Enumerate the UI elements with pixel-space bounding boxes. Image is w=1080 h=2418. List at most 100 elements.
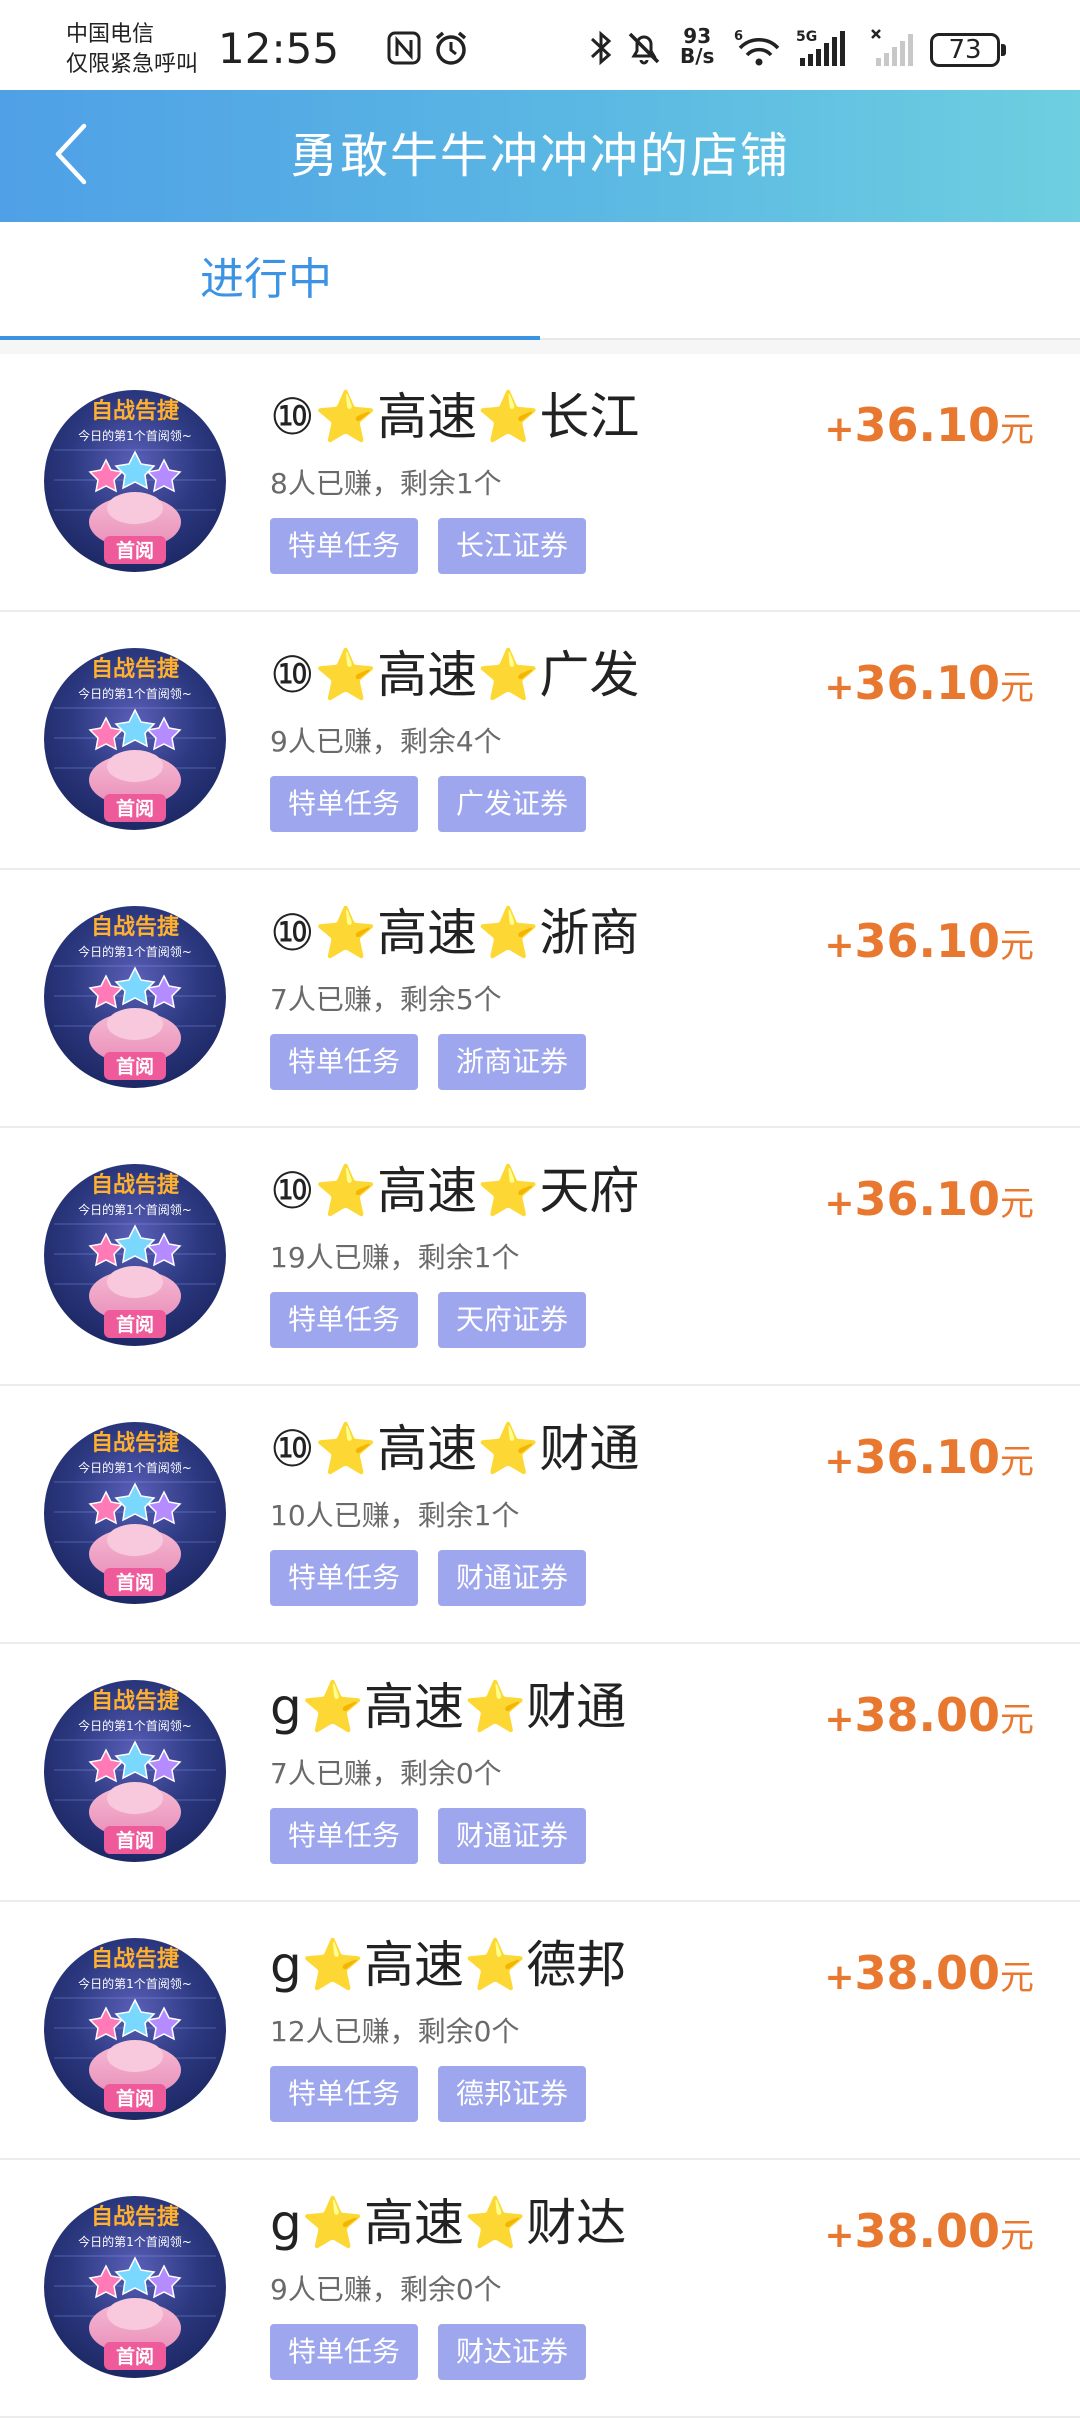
task-thumbnail: 自战告捷 今日的第1个首阅领~ 首阅 [44, 390, 226, 572]
tab-bar: 进行中 [0, 222, 1080, 340]
task-title: g⭐高速⭐财通 [270, 1678, 627, 1736]
thumbnail-banner-text: 自战告捷 [91, 656, 180, 682]
reward-sign: + [824, 1699, 855, 1740]
broker-tag: 长江证券 [438, 518, 587, 574]
network-speed: 93 B/s [680, 24, 715, 68]
task-list-item[interactable]: 自战告捷 今日的第1个首阅领~ 首阅 ⑩⭐高速⭐天府 19人已赚，剩余1个 特单… [0, 1128, 1080, 1386]
thumbnail-badge-text: 首阅 [116, 1829, 154, 1852]
reward-amount: +36.10元 [824, 914, 1034, 968]
alarm-icon [430, 28, 472, 68]
reward-unit: 元 [1000, 668, 1034, 708]
task-list-item[interactable]: 自战告捷 今日的第1个首阅领~ 首阅 ⑩⭐高速⭐广发 9人已赚，剩余4个 特单任… [0, 612, 1080, 870]
reward-value: 38.00 [854, 1688, 1000, 1742]
reward-value: 38.00 [854, 2204, 1000, 2258]
task-list: 自战告捷 今日的第1个首阅领~ 首阅 ⑩⭐高速⭐长江 8人已赚，剩余1个 特单任… [0, 354, 1080, 2418]
task-type-tag: 特单任务 [270, 776, 419, 832]
reward-amount: +36.10元 [824, 1430, 1034, 1484]
thumbnail-banner-text: 自战告捷 [91, 1946, 180, 1972]
mute-icon [624, 28, 664, 68]
thumbnail-badge-text: 首阅 [116, 2087, 154, 2110]
tab-in-progress[interactable]: 进行中 [0, 222, 540, 340]
thumbnail-badge-text: 首阅 [116, 2345, 154, 2368]
thumbnail-badge-text: 首阅 [116, 797, 154, 820]
star-icon [88, 2256, 182, 2299]
thumbnail-badge-text: 首阅 [116, 1055, 154, 1078]
reward-value: 36.10 [854, 1172, 1000, 1226]
task-list-item[interactable]: 自战告捷 今日的第1个首阅领~ 首阅 g⭐高速⭐财通 7人已赚，剩余0个 特单任… [0, 1644, 1080, 1902]
star-icon [88, 708, 182, 751]
reward-unit: 元 [1000, 1184, 1034, 1224]
status-bar: 中国电信 仅限紧急呼叫 12:55 93 B/s 6 5G 73 [0, 0, 1080, 90]
task-title: ⑩⭐高速⭐天府 [270, 1162, 640, 1220]
task-stats: 19人已赚，剩余1个 [270, 1241, 520, 1274]
task-title: g⭐高速⭐德邦 [270, 1936, 627, 1994]
task-list-item[interactable]: 自战告捷 今日的第1个首阅领~ 首阅 ⑩⭐高速⭐长江 8人已赚，剩余1个 特单任… [0, 354, 1080, 612]
thumbnail-badge-text: 首阅 [116, 1313, 154, 1336]
bluetooth-icon [586, 28, 616, 68]
app-header: 勇敢牛牛冲冲冲的店铺 [0, 90, 1080, 222]
battery-indicator: 73 [930, 33, 1006, 67]
reward-unit: 元 [1000, 1442, 1034, 1482]
reward-sign: + [824, 1183, 855, 1224]
reward-value: 36.10 [854, 914, 1000, 968]
broker-tag: 天府证券 [438, 1292, 587, 1348]
task-type-tag: 特单任务 [270, 518, 419, 574]
reward-amount: +38.00元 [824, 1946, 1034, 2000]
broker-tag: 浙商证券 [438, 1034, 587, 1090]
wifi-icon: 6 [734, 28, 784, 68]
thumbnail-subtitle-text: 今日的第1个首阅领~ [78, 1202, 192, 1217]
reward-value: 36.10 [854, 398, 1000, 452]
reward-amount: +38.00元 [824, 1688, 1034, 1742]
svg-text:5G: 5G [796, 29, 817, 45]
reward-amount: +36.10元 [824, 1172, 1034, 1226]
thumbnail-banner-text: 自战告捷 [91, 1172, 180, 1198]
thumbnail-badge-text: 首阅 [116, 539, 154, 562]
broker-tag: 德邦证券 [438, 2066, 587, 2122]
task-type-tag: 特单任务 [270, 2324, 419, 2380]
thumbnail-banner-text: 自战告捷 [91, 398, 180, 424]
thumbnail-subtitle-text: 今日的第1个首阅领~ [78, 428, 192, 443]
thumbnail-banner-text: 自战告捷 [91, 1430, 180, 1456]
divider [0, 340, 1080, 354]
star-icon [88, 1740, 182, 1783]
reward-sign: + [824, 409, 855, 450]
star-icon [88, 450, 182, 493]
thumbnail-subtitle-text: 今日的第1个首阅领~ [78, 944, 192, 959]
reward-value: 36.10 [854, 656, 1000, 710]
task-list-item[interactable]: 自战告捷 今日的第1个首阅领~ 首阅 ⑩⭐高速⭐浙商 7人已赚，剩余5个 特单任… [0, 870, 1080, 1128]
back-button[interactable] [36, 120, 108, 192]
task-stats: 7人已赚，剩余5个 [270, 983, 502, 1016]
task-thumbnail: 自战告捷 今日的第1个首阅领~ 首阅 [44, 906, 226, 1088]
chevron-left-icon [52, 122, 92, 190]
status-time: 12:55 [218, 24, 340, 73]
star-icon [88, 1998, 182, 2041]
task-stats: 9人已赚，剩余0个 [270, 2273, 502, 2306]
broker-tag: 财通证券 [438, 1550, 587, 1606]
task-type-tag: 特单任务 [270, 1292, 419, 1348]
star-icon [88, 1224, 182, 1267]
reward-amount: +36.10元 [824, 398, 1034, 452]
thumbnail-banner-text: 自战告捷 [91, 1688, 180, 1714]
task-type-tag: 特单任务 [270, 2066, 419, 2122]
task-list-item[interactable]: 自战告捷 今日的第1个首阅领~ 首阅 ⑩⭐高速⭐财通 10人已赚，剩余1个 特单… [0, 1386, 1080, 1644]
reward-amount: +36.10元 [824, 656, 1034, 710]
star-icon [88, 1482, 182, 1525]
task-stats: 10人已赚，剩余1个 [270, 1499, 520, 1532]
signal-none-icon [870, 28, 920, 68]
svg-text:6: 6 [734, 29, 743, 44]
reward-unit: 元 [1000, 926, 1034, 966]
page-title: 勇敢牛牛冲冲冲的店铺 [289, 128, 790, 184]
task-stats: 7人已赚，剩余0个 [270, 1757, 502, 1790]
broker-tag: 财达证券 [438, 2324, 587, 2380]
reward-amount: +38.00元 [824, 2204, 1034, 2258]
thumbnail-banner-text: 自战告捷 [91, 914, 180, 940]
task-list-item[interactable]: 自战告捷 今日的第1个首阅领~ 首阅 g⭐高速⭐德邦 12人已赚，剩余0个 特单… [0, 1902, 1080, 2160]
task-stats: 8人已赚，剩余1个 [270, 467, 502, 500]
reward-unit: 元 [1000, 410, 1034, 450]
thumbnail-subtitle-text: 今日的第1个首阅领~ [78, 1460, 192, 1475]
thumbnail-subtitle-text: 今日的第1个首阅领~ [78, 1976, 192, 1991]
reward-sign: + [824, 925, 855, 966]
task-stats: 12人已赚，剩余0个 [270, 2015, 520, 2048]
carrier-status: 仅限紧急呼叫 [66, 52, 199, 77]
task-list-item[interactable]: 自战告捷 今日的第1个首阅领~ 首阅 g⭐高速⭐财达 9人已赚，剩余0个 特单任… [0, 2160, 1080, 2418]
